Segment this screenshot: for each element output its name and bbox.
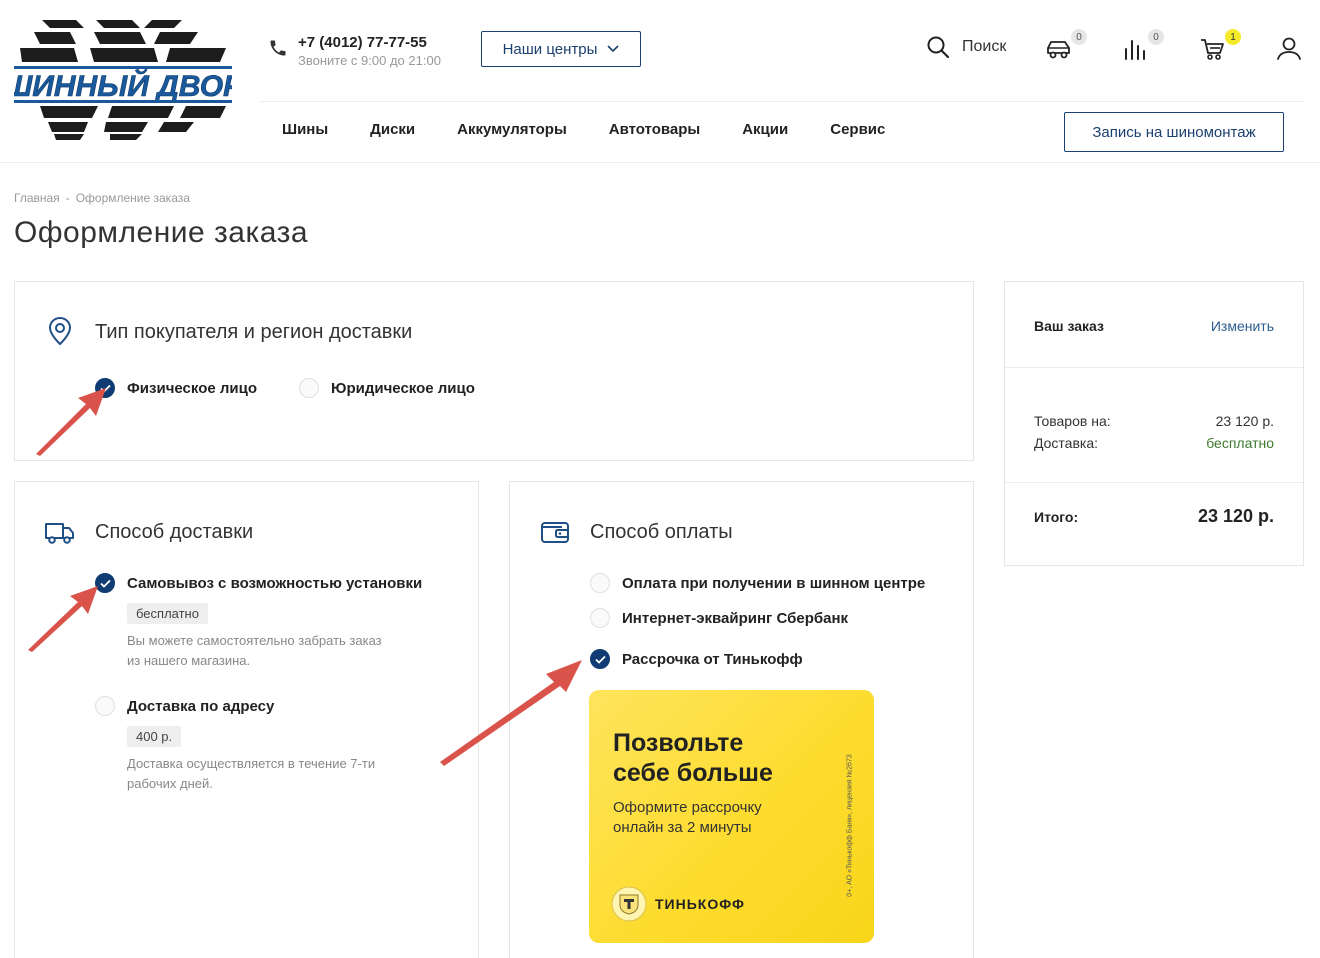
radio-checked [590, 649, 610, 669]
banner-headline-line-2: себе больше [613, 759, 773, 787]
tinkoff-installment-radio[interactable]: Рассрочка от Тинькофф [590, 649, 803, 669]
garage-button[interactable]: 0 [1045, 29, 1087, 63]
address-delivery-price: 400 р. [127, 726, 182, 747]
address-delivery-description: Доставка осуществляется в течение 7-ти р… [127, 756, 376, 791]
address-delivery-radio[interactable]: Доставка по адресу [95, 696, 274, 716]
truck-icon [45, 523, 74, 544]
main-nav: Шины Диски Аккумуляторы Автотовары Акции… [282, 121, 927, 138]
individual-label: Физическое лицо [127, 379, 258, 397]
pickup-price: бесплатно [127, 603, 208, 624]
order-goods-label: Товаров на: [1034, 413, 1111, 429]
sberbank-acquiring-radio[interactable]: Интернет-эквайринг Сбербанк [590, 608, 848, 628]
breadcrumb-current: Оформление заказа [75, 191, 190, 205]
garage-count-badge: 0 [1071, 29, 1087, 45]
order-delivery-label: Доставка: [1034, 435, 1099, 451]
search-icon [927, 36, 950, 59]
order-delivery-row: Доставка: бесплатно [1034, 435, 1274, 451]
pickup-label: Самовывоз с возможностью установки [127, 574, 423, 592]
phone-number[interactable]: +7 (4012) 77-77-55 [298, 34, 427, 51]
page-title: Оформление заказа [14, 216, 309, 249]
nav-item-service[interactable]: Сервис [830, 121, 885, 138]
tire-fitting-booking-button[interactable]: Запись на шиномонтаж [1064, 112, 1284, 152]
location-pin-icon [48, 316, 72, 346]
order-goods-value: 23 120 р. [1215, 413, 1274, 429]
order-delivery-value: бесплатно [1206, 435, 1274, 451]
cart-button[interactable]: 1 [1199, 29, 1241, 63]
pay-on-receipt-radio[interactable]: Оплата при получении в шинном центре [590, 573, 925, 593]
account-button[interactable] [1276, 35, 1304, 63]
breadcrumb-separator: - [65, 191, 70, 205]
nav-item-promotions[interactable]: Акции [742, 121, 788, 138]
order-total-row: Итого: 23 120 р. [1034, 506, 1274, 527]
compare-button[interactable]: 0 [1122, 29, 1164, 63]
nav-item-auto-goods[interactable]: Автотовары [609, 121, 700, 138]
tinkoff-installment-banner[interactable]: Позвольте себе больше Оформите рассрочку… [589, 690, 874, 943]
pickup-radio[interactable]: Самовывоз с возможностью установки [95, 573, 422, 593]
legal-entity-radio[interactable]: Юридическое лицо [299, 378, 475, 398]
chevron-down-icon [607, 45, 619, 53]
search-label: Поиск [962, 38, 1007, 55]
tinkoff-shield-icon [611, 886, 647, 922]
compare-icon [1125, 40, 1145, 60]
payment-title: Способ оплаты [590, 521, 733, 543]
banner-legal-text: 0+, АО «Тинькофф Банк», лицензия №2673 [846, 754, 854, 897]
tinkoff-installment-label: Рассрочка от Тинькофф [622, 650, 803, 668]
header-bottom-border [0, 162, 1320, 163]
legal-entity-label: Юридическое лицо [331, 379, 475, 397]
our-centers-dropdown[interactable]: Наши центры [481, 31, 641, 67]
car-icon [1047, 41, 1070, 59]
buyer-type-title: Тип покупателя и регион доставки [95, 321, 413, 343]
logo[interactable]: ШИННЫЙ ДВОР [3, 18, 244, 142]
breadcrumb: Главная - Оформление заказа [14, 191, 190, 205]
radio-unchecked [590, 608, 610, 628]
search-button[interactable]: Поиск [926, 35, 1006, 59]
individual-radio[interactable]: Физическое лицо [95, 378, 257, 398]
breadcrumb-home[interactable]: Главная [14, 191, 60, 205]
order-total-label: Итого: [1034, 509, 1079, 525]
user-icon [1277, 37, 1301, 60]
order-divider [1005, 367, 1303, 368]
phone-icon [270, 40, 286, 56]
wallet-icon [541, 522, 569, 543]
sberbank-acquiring-label: Интернет-эквайринг Сбербанк [622, 609, 849, 627]
buyer-type-panel: Тип покупателя и регион доставки Физичес… [14, 281, 974, 461]
radio-checked [95, 573, 115, 593]
nav-item-batteries[interactable]: Аккумуляторы [457, 121, 567, 138]
phone-hours: Звоните с 9:00 до 21:00 [298, 53, 441, 68]
banner-subtitle-line-1: Оформите рассрочку [613, 799, 762, 816]
address-delivery-label: Доставка по адресу [127, 697, 275, 715]
cart-icon [1201, 39, 1224, 60]
delivery-panel: Способ доставки Самовывоз с возможностью… [14, 481, 479, 958]
banner-brand: ТИНЬКОФФ [655, 896, 745, 912]
order-change-link[interactable]: Изменить [1211, 318, 1274, 334]
delivery-title: Способ доставки [95, 521, 254, 543]
header-divider [260, 101, 1304, 102]
compare-count-badge: 0 [1148, 29, 1164, 45]
order-title: Ваш заказ [1034, 318, 1104, 334]
nav-item-wheels[interactable]: Диски [370, 121, 415, 138]
banner-legal-wrap: 0+, АО «Тинькофф Банк», лицензия №2673 [840, 750, 854, 910]
banner-headline-line-1: Позвольте [613, 729, 744, 757]
tinkoff-logo: ТИНЬКОФФ [611, 886, 745, 922]
radio-unchecked [590, 573, 610, 593]
banner-subtitle: Оформите рассрочку онлайн за 2 минуты [613, 798, 762, 838]
radio-checked [95, 378, 115, 398]
nav-item-tires[interactable]: Шины [282, 121, 328, 138]
order-divider [1005, 482, 1303, 483]
logo-text: ШИННЫЙ ДВОР [14, 68, 232, 103]
order-goods-row: Товаров на: 23 120 р. [1034, 413, 1274, 429]
radio-unchecked [95, 696, 115, 716]
pickup-description: Вы можете самостоятельно забрать заказ и… [127, 633, 382, 668]
order-summary-panel: Ваш заказ Изменить Товаров на: 23 120 р.… [1004, 281, 1304, 566]
pay-on-receipt-label: Оплата при получении в шинном центре [622, 574, 926, 592]
radio-unchecked [299, 378, 319, 398]
cart-count-badge: 1 [1225, 29, 1241, 45]
banner-subtitle-line-2: онлайн за 2 минуты [613, 819, 752, 836]
our-centers-label: Наши центры [502, 40, 598, 58]
order-total-value: 23 120 р. [1197, 506, 1274, 526]
banner-headline: Позвольте себе больше [613, 728, 773, 788]
